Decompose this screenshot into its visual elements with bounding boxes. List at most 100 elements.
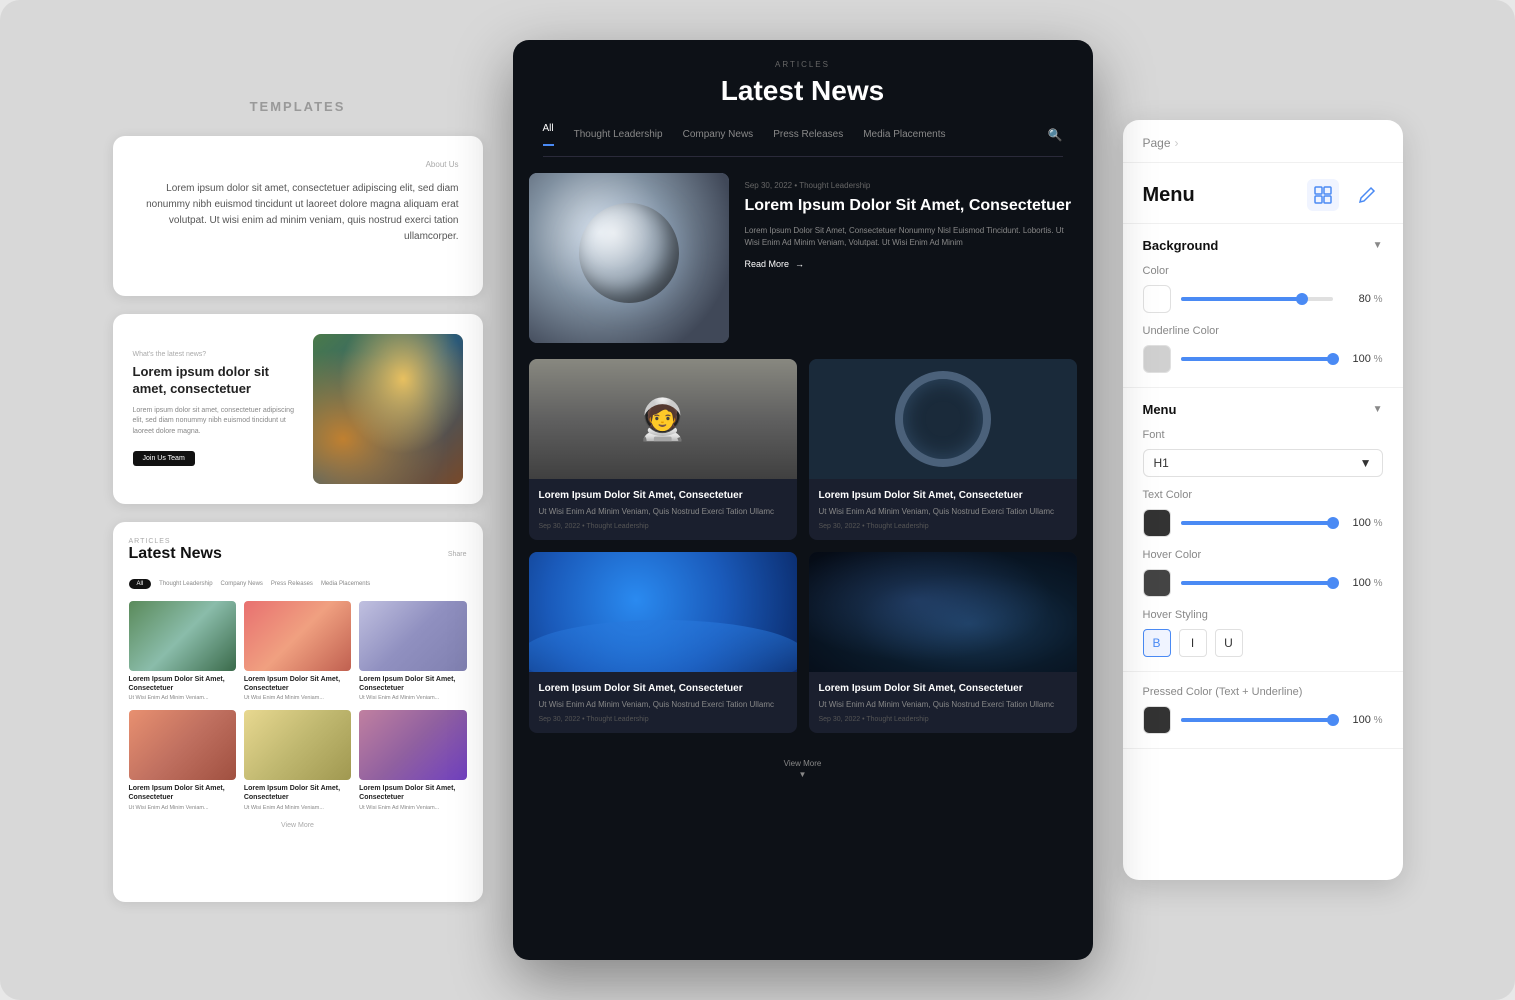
color-slider-fill — [1181, 297, 1303, 301]
article-card-4[interactable]: Lorem Ipsum Dolor Sit Amet, Consectetuer… — [809, 552, 1077, 733]
pressed-slider-thumb[interactable] — [1327, 714, 1339, 726]
card3-nav-company[interactable]: Company News — [221, 581, 263, 587]
join-btn[interactable]: Join Us Team — [133, 451, 195, 466]
background-section-header[interactable]: Background ▼ — [1143, 238, 1383, 253]
template-card-2[interactable]: What's the latest news? Lorem ipsum dolo… — [113, 314, 483, 504]
pressed-color-swatch[interactable] — [1143, 706, 1171, 734]
preview-nav-thought[interactable]: Thought Leadership — [574, 129, 663, 140]
hover-slider-thumb[interactable] — [1327, 577, 1339, 589]
card3-item-body-4: Ut Wisi Enim Ad Minim Veniam... — [129, 805, 236, 813]
panel-scroll[interactable]: Background ▼ Color 80 % — [1123, 224, 1403, 880]
hero-article[interactable]: Sep 30, 2022 • Thought Leadership Lorem … — [529, 173, 1077, 343]
template-card-1[interactable]: About Us Lorem ipsum dolor sit amet, con… — [113, 136, 483, 296]
card2-body: Lorem ipsum dolor sit amet, consectetuer… — [133, 406, 299, 438]
card1-body: Lorem ipsum dolor sit amet, consectetuer… — [137, 181, 459, 245]
color-setting: Color 80 % — [1143, 265, 1383, 313]
card3-item-title-5: Lorem Ipsum Dolor Sit Amet, Consectetuer — [244, 784, 351, 802]
search-icon[interactable]: 🔍 — [1048, 128, 1063, 142]
hero-meta: Sep 30, 2022 • Thought Leadership — [745, 181, 1077, 190]
card3-item-1[interactable]: Lorem Ipsum Dolor Sit Amet, Consectetuer… — [129, 601, 236, 703]
article-img-4 — [809, 552, 1077, 672]
article-card-3[interactable]: Lorem Ipsum Dolor Sit Amet, Consectetuer… — [529, 552, 797, 733]
underline-slider-thumb[interactable] — [1327, 353, 1339, 365]
article-body-3: Ut Wisi Enim Ad Minim Veniam, Quis Nostr… — [539, 699, 787, 710]
styling-buttons: B I U — [1143, 629, 1243, 657]
panel-menu-title: Menu — [1123, 163, 1403, 224]
color-label: Color — [1143, 265, 1383, 277]
card3-view-more[interactable]: View More — [129, 822, 467, 829]
astronaut-figure: 🧑‍🚀 — [529, 359, 797, 479]
card2-text: What's the latest news? Lorem ipsum dolo… — [133, 351, 299, 466]
layout-icon[interactable] — [1307, 179, 1339, 211]
preview-nav-press[interactable]: Press Releases — [773, 129, 843, 140]
underline-slider-track[interactable] — [1181, 357, 1333, 361]
text-color-control: 100 % — [1143, 509, 1383, 537]
article-card-1[interactable]: 🧑‍🚀 Lorem Ipsum Dolor Sit Amet, Consecte… — [529, 359, 797, 540]
card3-img-2 — [244, 601, 351, 671]
article-card-2[interactable]: Lorem Ipsum Dolor Sit Amet, Consectetuer… — [809, 359, 1077, 540]
article-img-2 — [809, 359, 1077, 479]
card3-nav-media[interactable]: Media Placements — [321, 581, 370, 587]
circle-structure — [809, 359, 1077, 479]
preview-header: ARTICLES Latest News All Thought Leaders… — [513, 40, 1093, 157]
menu-section: Menu ▼ Font H1 ▼ Text Color — [1123, 388, 1403, 672]
card3-item-5[interactable]: Lorem Ipsum Dolor Sit Amet, Consectetuer… — [244, 710, 351, 812]
card3-nav-press[interactable]: Press Releases — [271, 581, 313, 587]
menu-section-title: Menu — [1143, 402, 1177, 417]
pencil-icon[interactable] — [1351, 179, 1383, 211]
card3-nav: All Thought Leadership Company News Pres… — [129, 579, 467, 589]
card3-item-6[interactable]: Lorem Ipsum Dolor Sit Amet, Consectetuer… — [359, 710, 466, 812]
color-swatch-white[interactable] — [1143, 285, 1171, 313]
card3-header: ARTICLES Latest News Share — [129, 538, 467, 571]
card3-img-1 — [129, 601, 236, 671]
template-card-3[interactable]: ARTICLES Latest News Share All Thought L… — [113, 522, 483, 902]
article-body-4: Ut Wisi Enim Ad Minim Veniam, Quis Nostr… — [819, 699, 1067, 710]
text-slider-fill — [1181, 521, 1333, 525]
panel-title: Menu — [1143, 184, 1195, 207]
color-swatch-dark[interactable] — [1143, 509, 1171, 537]
card3-item-body-3: Ut Wisi Enim Ad Minim Veniam... — [359, 695, 466, 703]
color-slider-thumb[interactable] — [1296, 293, 1308, 305]
view-more-btn[interactable]: View More ▼ — [529, 745, 1077, 791]
article-title-1: Lorem Ipsum Dolor Sit Amet, Consectetuer — [539, 489, 787, 502]
pressed-color-control: 100 % — [1143, 706, 1383, 734]
preview-nav-company[interactable]: Company News — [683, 129, 754, 140]
text-slider-thumb[interactable] — [1327, 517, 1339, 529]
underline-button[interactable]: U — [1215, 629, 1243, 657]
text-slider-track[interactable] — [1181, 521, 1333, 525]
hover-color-value: 100 % — [1343, 577, 1383, 589]
sphere-visual — [529, 173, 729, 343]
panel-breadcrumb[interactable]: Page › — [1123, 120, 1403, 163]
card3-nav-thought[interactable]: Thought Leadership — [159, 581, 212, 587]
menu-section-header[interactable]: Menu ▼ — [1143, 402, 1383, 417]
hover-color-setting: Hover Color 100 % — [1143, 549, 1383, 597]
font-value: H1 — [1154, 456, 1169, 470]
color-swatch-dark2[interactable] — [1143, 569, 1171, 597]
pressed-slider-track[interactable] — [1181, 718, 1333, 722]
underline-color-label: Underline Color — [1143, 325, 1383, 337]
color-swatch-gray[interactable] — [1143, 345, 1171, 373]
hover-slider-track[interactable] — [1181, 581, 1333, 585]
preview-nav-media[interactable]: Media Placements — [863, 129, 945, 140]
left-panel: TEMPLATES About Us Lorem ipsum dolor sit… — [113, 99, 483, 902]
color-slider-track[interactable] — [1181, 297, 1333, 301]
bold-button[interactable]: B — [1143, 629, 1171, 657]
card3-item-2[interactable]: Lorem Ipsum Dolor Sit Amet, Consectetuer… — [244, 601, 351, 703]
card3-nav-all[interactable]: All — [129, 579, 152, 589]
preview-nav-all[interactable]: All — [543, 123, 554, 146]
article-img-3 — [529, 552, 797, 672]
card3-item-title-6: Lorem Ipsum Dolor Sit Amet, Consectetuer — [359, 784, 466, 802]
card3-item-4[interactable]: Lorem Ipsum Dolor Sit Amet, Consectetuer… — [129, 710, 236, 812]
breadcrumb-arrow: › — [1175, 136, 1179, 150]
italic-button[interactable]: I — [1179, 629, 1207, 657]
hover-color-label: Hover Color — [1143, 549, 1383, 561]
panel-icons — [1307, 179, 1383, 211]
article-text-1: Lorem Ipsum Dolor Sit Amet, Consectetuer… — [529, 479, 797, 540]
font-select[interactable]: H1 ▼ — [1143, 449, 1383, 477]
templates-label: TEMPLATES — [113, 99, 483, 114]
hero-read-more[interactable]: Read More — [745, 259, 1077, 269]
card3-img-6 — [359, 710, 466, 780]
card3-item-3[interactable]: Lorem Ipsum Dolor Sit Amet, Consectetuer… — [359, 601, 466, 703]
planet-visual — [529, 552, 797, 672]
card2-heading: Lorem ipsum dolor sit amet, consectetuer — [133, 364, 299, 398]
